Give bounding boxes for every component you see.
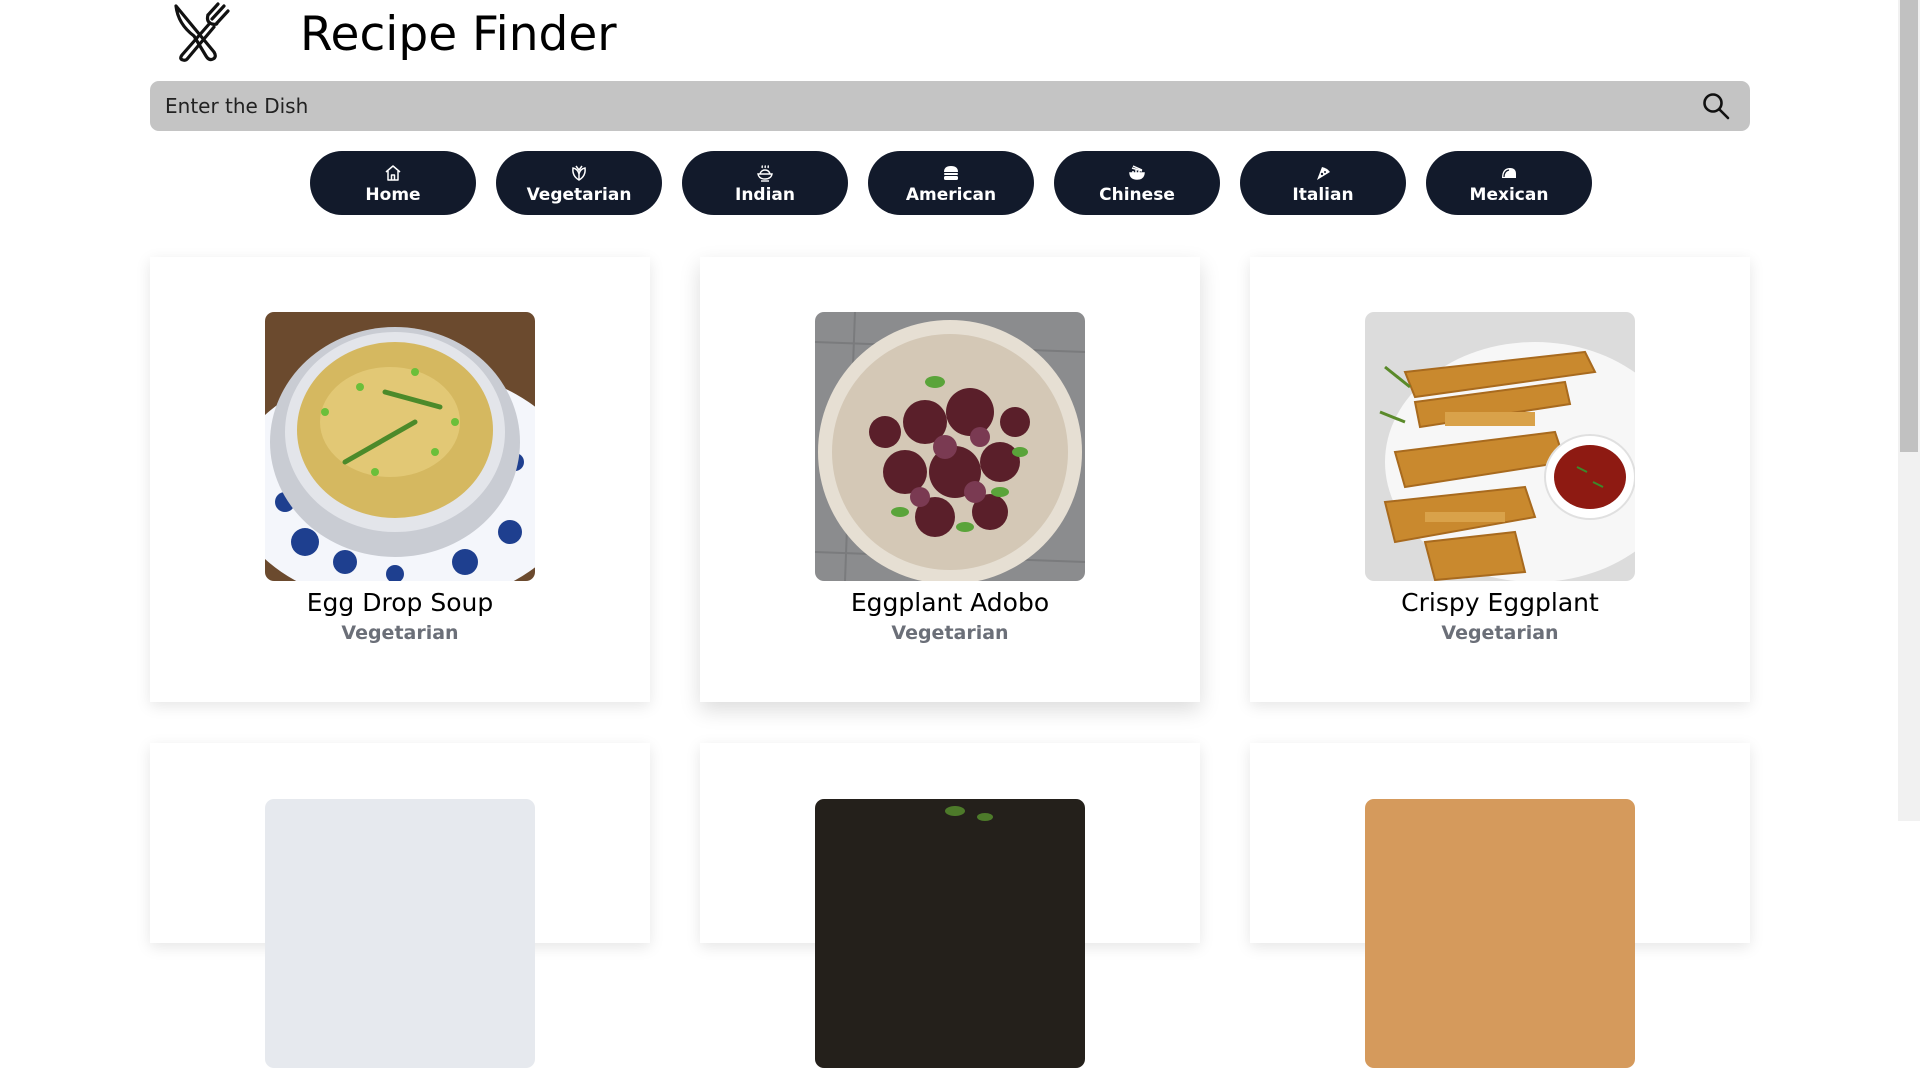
burger-icon xyxy=(944,166,958,180)
category-button-italian[interactable]: Italian xyxy=(1240,151,1406,215)
category-label: American xyxy=(905,185,997,205)
recipe-image[interactable] xyxy=(265,799,535,1068)
taco-icon xyxy=(1502,168,1516,178)
recipe-category: Vegetarian xyxy=(1441,622,1559,644)
recipe-card[interactable] xyxy=(1250,743,1750,1068)
recipe-image[interactable] xyxy=(1365,799,1635,1068)
search-bar xyxy=(150,81,1750,131)
category-label: Indian xyxy=(735,185,795,205)
category-label: Italian xyxy=(1292,185,1354,205)
search-input[interactable] xyxy=(150,81,1670,131)
recipe-image[interactable] xyxy=(1365,312,1635,581)
page-title: Recipe Finder xyxy=(300,7,617,62)
category-button-vegetarian[interactable]: Vegetarian xyxy=(496,151,662,215)
recipe-name: Egg Drop Soup xyxy=(306,588,494,617)
recipe-image[interactable] xyxy=(265,312,535,581)
indian-food-icon xyxy=(757,165,773,182)
home-icon xyxy=(385,165,401,181)
pizza-icon xyxy=(1317,167,1330,180)
category-nav: Home Vegetarian Indian American Chinese … xyxy=(310,151,1592,215)
recipe-name: Eggplant Adobo xyxy=(850,588,1050,617)
category-button-chinese[interactable]: Chinese xyxy=(1054,151,1220,215)
recipe-category: Vegetarian xyxy=(341,622,459,644)
recipe-category: Vegetarian xyxy=(891,622,1009,644)
recipe-image[interactable] xyxy=(815,799,1085,1068)
page-scrollbar[interactable] xyxy=(1898,0,1920,821)
recipe-card[interactable] xyxy=(150,743,650,1068)
category-label: Chinese xyxy=(1099,185,1175,205)
scrollbar-thumb[interactable] xyxy=(1900,0,1918,452)
category-label: Vegetarian xyxy=(526,185,632,205)
fork-knife-icon xyxy=(174,2,230,62)
category-button-indian[interactable]: Indian xyxy=(682,151,848,215)
category-button-american[interactable]: American xyxy=(868,151,1034,215)
recipe-card[interactable]: Egg Drop Soup Vegetarian xyxy=(150,257,650,702)
search-icon[interactable] xyxy=(1702,92,1730,120)
noodle-bowl-icon xyxy=(1129,165,1145,180)
category-label: Home xyxy=(365,185,421,205)
category-button-home[interactable]: Home xyxy=(310,151,476,215)
category-label: Mexican xyxy=(1469,185,1549,205)
category-button-mexican[interactable]: Mexican xyxy=(1426,151,1592,215)
recipe-name: Crispy Eggplant xyxy=(1401,588,1599,617)
recipe-card[interactable]: Crispy Eggplant Vegetarian xyxy=(1250,257,1750,702)
recipe-image[interactable] xyxy=(815,312,1085,581)
vegetable-icon xyxy=(572,165,586,181)
recipe-card[interactable] xyxy=(700,743,1200,1068)
recipe-card[interactable]: Eggplant Adobo Vegetarian xyxy=(700,257,1200,702)
